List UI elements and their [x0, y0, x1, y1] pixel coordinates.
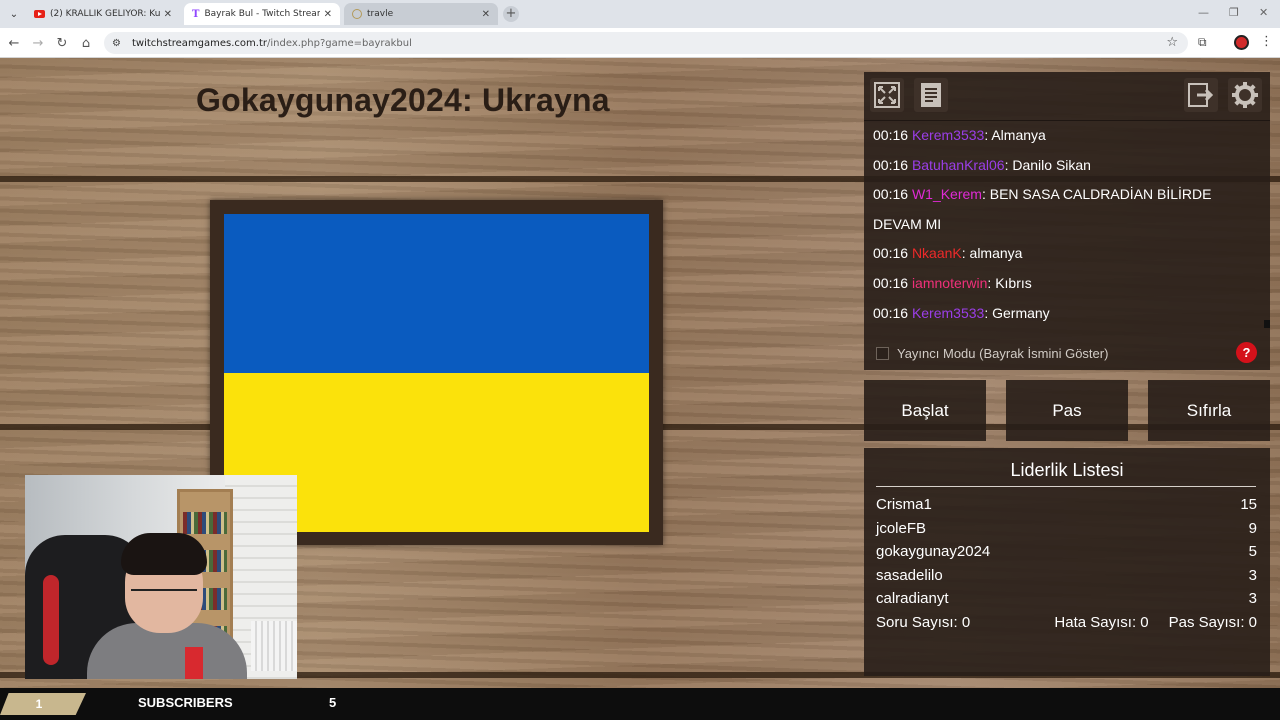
close-icon[interactable]: ✕: [164, 9, 172, 20]
chat-username: NkaanK: [911, 245, 962, 262]
stats-row: Soru Sayısı: 0 Hata Sayısı: 0 Pas Sayısı…: [876, 614, 1257, 631]
leaderboard-row: gokaygunay2024 5: [876, 543, 1257, 560]
globe-icon: [352, 9, 362, 19]
settings-button[interactable]: [1228, 78, 1262, 112]
leaderboard-row: sasadelilo 3: [876, 566, 1257, 584]
minimize-icon[interactable]: —: [1198, 6, 1209, 19]
tab-title: (2) KRALLIK GELİYOR: Kurtuluş: [50, 9, 160, 19]
tab-title: Bayrak Bul - Twitch Stream Gam: [204, 9, 319, 19]
twitch-icon: T: [192, 8, 200, 20]
subscriber-count: 5: [329, 695, 337, 710]
webcam-overlay: [25, 475, 297, 679]
url-input[interactable]: ⚙ twitchstreamgames.com.tr/index.php?gam…: [104, 32, 1188, 54]
chat-username: BatuhanKral06: [911, 156, 1005, 173]
gear-icon: [1232, 82, 1258, 108]
divider: [876, 486, 1256, 487]
tab-bayrak-bul[interactable]: T Bayrak Bul - Twitch Stream Gam ✕: [184, 3, 340, 25]
fullscreen-icon: [874, 82, 900, 108]
site-settings-icon[interactable]: ⚙: [112, 38, 124, 49]
streamer-mode-checkbox[interactable]: [876, 347, 889, 360]
leaderboard-title: Liderlik Listesi: [1010, 460, 1124, 480]
streamer-mode-label: Yayıncı Modu (Bayrak İsmini Göster): [897, 346, 1109, 361]
leaderboard-row: Crisma1 15: [876, 496, 1257, 513]
game-page: Gokaygunay2024: Ukrayna 00:16 Kerem3533:…: [0, 58, 1280, 688]
extensions-icon[interactable]: ⧉: [1198, 35, 1207, 50]
chat-log[interactable]: 00:16 Kerem3533: Almanya 00:16 BatuhanKr…: [864, 120, 1270, 330]
chat-username: Kerem3533: [911, 304, 985, 321]
pass-count: Pas Sayısı: 0: [1168, 614, 1257, 631]
chat-message: 00:16 Kerem3533: Germany: [873, 304, 1050, 321]
tab-search-chevron-icon[interactable]: ⌄: [6, 6, 22, 22]
tab-travle[interactable]: travle ✕: [344, 3, 498, 25]
chat-message: 00:16 Kerem3533: Almanya: [873, 127, 1046, 143]
tab-strip: ⌄ (2) KRALLIK GELİYOR: Kurtuluş ✕ T Bayr…: [0, 0, 1280, 28]
fullscreen-button[interactable]: [870, 78, 904, 112]
logout-button[interactable]: [1184, 78, 1218, 112]
reset-button[interactable]: Sıfırla: [1148, 380, 1270, 441]
back-icon[interactable]: ←: [6, 35, 22, 51]
logout-icon: [1188, 83, 1214, 107]
restore-icon[interactable]: ❐: [1229, 6, 1239, 19]
chat-username: iamnoterwin: [911, 274, 988, 291]
notes-button[interactable]: [914, 78, 948, 112]
leaderboard-row: calradianyt 3: [876, 590, 1257, 607]
leaderboard: Liderlik Listesi Crisma1 15 jcoleFB 9 goka…: [864, 448, 1270, 676]
help-icon[interactable]: ?: [1236, 342, 1257, 363]
pass-button[interactable]: Pas: [1006, 380, 1128, 441]
chat-username: Kerem3533: [911, 127, 985, 143]
subscriber-bar: 1 SUBSCRIBERS 5: [0, 688, 1280, 720]
more-menu-icon[interactable]: ⋮: [1260, 34, 1273, 49]
subscriber-badge: 1: [0, 693, 86, 715]
flag-stripe-top: [224, 214, 649, 373]
close-icon[interactable]: ✕: [482, 9, 490, 20]
chat-message: 00:16 iamnoterwin: Kıbrıs: [873, 274, 1032, 291]
chat-panel: 00:16 Kerem3533: Almanya 00:16 BatuhanKr…: [864, 72, 1270, 370]
error-count: Hata Sayısı: 0: [1054, 614, 1149, 631]
profile-avatar-icon[interactable]: [1234, 35, 1249, 50]
close-window-icon[interactable]: ✕: [1259, 6, 1268, 19]
chat-message: 00:16 W1_Kerem: BEN SASA CALDRADİAN BİLİ…: [873, 186, 1212, 232]
bookmark-star-icon[interactable]: ☆: [1166, 35, 1178, 50]
url-host: twitchstreamgames.com.tr: [132, 37, 268, 49]
subscriber-label: SUBSCRIBERS: [138, 695, 233, 710]
url-path: /index.php?game=bayrakbul: [267, 37, 412, 49]
document-icon: [921, 83, 941, 107]
new-tab-button[interactable]: +: [503, 6, 519, 22]
close-icon[interactable]: ✕: [324, 9, 332, 20]
chat-message: 00:16 BatuhanKral06: Danilo Sikan: [873, 156, 1091, 173]
streamer-mode-toggle[interactable]: Yayıncı Modu (Bayrak İsmini Göster): [876, 346, 1108, 361]
leaderboard-row: jcoleFB 9: [876, 519, 1257, 537]
address-bar: ← → ↻ ⌂ ⚙ twitchstreamgames.com.tr/index…: [0, 28, 1280, 58]
home-icon[interactable]: ⌂: [78, 35, 94, 51]
chat-scrollbar[interactable]: [1264, 320, 1270, 328]
tab-title: travle: [367, 9, 394, 19]
start-button[interactable]: Başlat: [864, 380, 986, 441]
game-title: Gokaygunay2024: Ukrayna: [196, 82, 610, 118]
youtube-icon: [34, 10, 45, 18]
question-count: Soru Sayısı: 0: [876, 614, 971, 631]
chat-username: W1_Kerem: [911, 186, 982, 203]
forward-icon[interactable]: →: [30, 35, 46, 51]
tab-youtube[interactable]: (2) KRALLIK GELİYOR: Kurtuluş ✕: [26, 3, 180, 25]
chat-message: 00:16 NkaanK: almanya: [873, 245, 1023, 262]
reload-icon[interactable]: ↻: [54, 35, 70, 51]
